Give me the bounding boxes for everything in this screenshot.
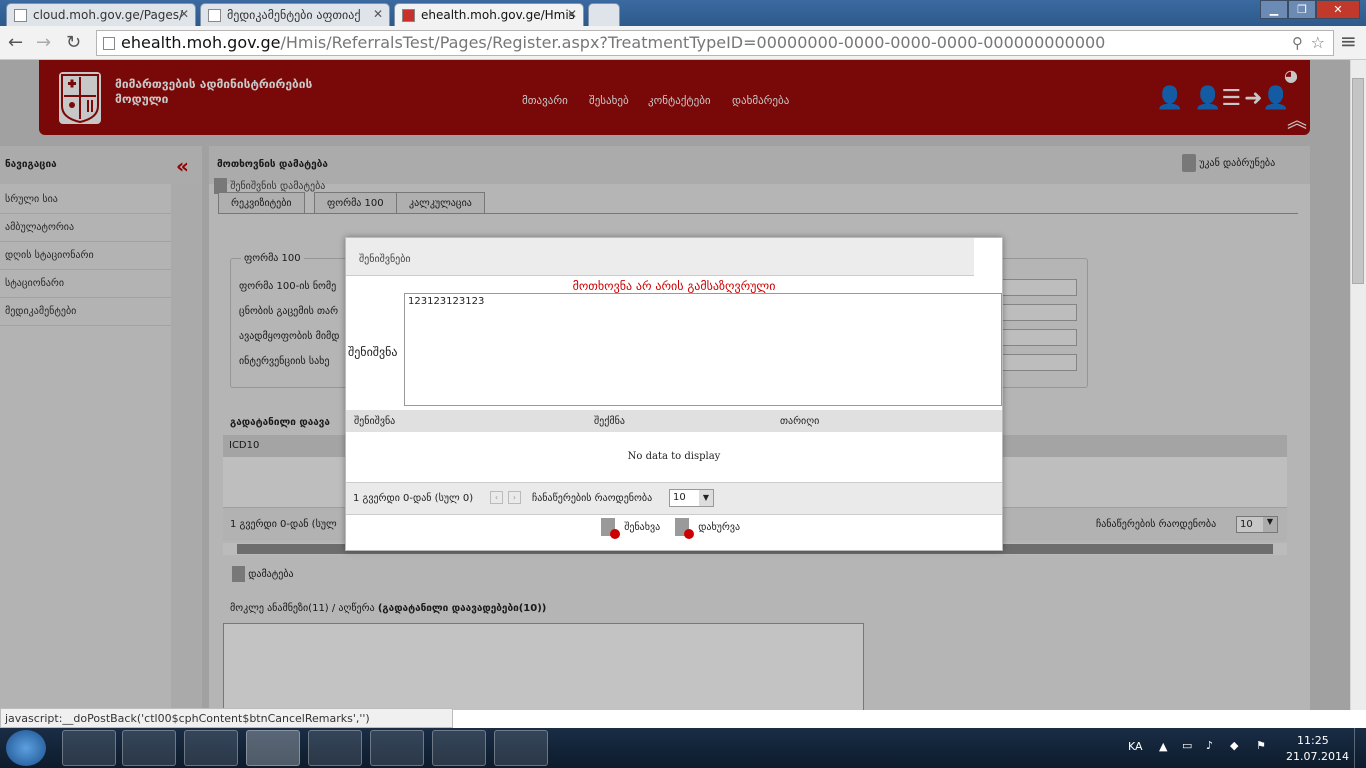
close-button[interactable]: დახურვა bbox=[675, 518, 741, 539]
firefox-icon[interactable] bbox=[308, 730, 362, 766]
save-button[interactable]: შენახვა bbox=[601, 518, 661, 539]
note-value: 123123123123 bbox=[408, 296, 485, 307]
flag-icon[interactable]: ⚑ bbox=[1256, 739, 1266, 752]
back-icon[interactable]: ← bbox=[8, 32, 23, 53]
document-cancel-icon bbox=[675, 518, 694, 539]
clock-time[interactable]: 11:25 bbox=[1297, 734, 1329, 747]
browser-tab-1[interactable]: cloud.moh.gov.ge/Pages/ ✕ bbox=[6, 3, 196, 26]
page-icon bbox=[14, 9, 27, 22]
close-icon[interactable]: ✕ bbox=[567, 7, 577, 21]
close-icon[interactable]: ✕ bbox=[373, 7, 383, 21]
star-icon[interactable]: ☆ bbox=[1311, 31, 1325, 55]
chevron-right-icon[interactable]: › bbox=[508, 491, 521, 504]
dropbox-icon[interactable]: ◆ bbox=[1230, 739, 1238, 752]
volume-icon[interactable]: ♪ bbox=[1206, 739, 1213, 752]
excel-icon[interactable] bbox=[432, 730, 486, 766]
error-message: მოთხოვნა არ არის გამსაზღვრული bbox=[572, 279, 776, 293]
col-note[interactable]: შენიშვნა bbox=[354, 416, 395, 427]
empty-message: No data to display bbox=[627, 451, 721, 462]
clock-date[interactable]: 21.07.2014 bbox=[1286, 750, 1349, 763]
modal-rows-label: ჩანაწერების რაოდენობა bbox=[532, 493, 653, 504]
modal-rows-value: 10 bbox=[673, 492, 686, 503]
page-scrollbar-thumb[interactable] bbox=[1352, 78, 1364, 284]
show-desktop-button[interactable] bbox=[1354, 728, 1366, 768]
menu-icon[interactable]: ≡ bbox=[1340, 29, 1357, 53]
explorer-icon[interactable] bbox=[122, 730, 176, 766]
modal-rows-select[interactable]: 10 ▼ bbox=[669, 489, 714, 507]
search-icon[interactable]: ⚲ bbox=[1292, 31, 1303, 55]
modal-title: შენიშვნები bbox=[346, 238, 974, 276]
new-tab-button[interactable] bbox=[588, 3, 620, 26]
minimize-button[interactable]: ▁ bbox=[1260, 0, 1288, 19]
tray-expand-icon[interactable]: ▲ bbox=[1159, 740, 1167, 753]
close-icon[interactable]: ✕ bbox=[179, 7, 189, 21]
note-label: შენიშვნა bbox=[348, 345, 398, 359]
ie-icon[interactable] bbox=[62, 730, 116, 766]
url-input[interactable]: ehealth.moh.gov.ge/Hmis/ReferralsTest/Pa… bbox=[96, 30, 1334, 56]
taskbar: KA ▲ ▭ ♪ ◆ ⚑ 11:25 21.07.2014 bbox=[0, 728, 1366, 768]
document-cancel-icon bbox=[601, 518, 620, 539]
note-textarea[interactable]: 123123123123 bbox=[404, 293, 1002, 406]
browser-titlebar: cloud.moh.gov.ge/Pages/ ✕ მედიკამენტები … bbox=[0, 0, 1366, 26]
reload-icon[interactable]: ↻ bbox=[66, 32, 81, 53]
language-indicator[interactable]: KA bbox=[1128, 740, 1143, 753]
chevron-down-icon[interactable]: ▼ bbox=[699, 490, 713, 506]
page-icon bbox=[103, 37, 115, 50]
url-path: /Hmis/ReferralsTest/Pages/Register.aspx?… bbox=[280, 33, 1106, 52]
address-bar: ← → ↻ ehealth.moh.gov.ge/Hmis/ReferralsT… bbox=[0, 26, 1366, 60]
notes-grid-header: შენიშვნა შექმნა თარიღი bbox=[346, 410, 1002, 432]
window-close-button[interactable]: ✕ bbox=[1316, 0, 1360, 19]
url-host: ehealth.moh.gov.ge bbox=[121, 33, 281, 52]
notes-pager: 1 გვერდი 0-დან (სულ 0) ‹ › ჩანაწერების რ… bbox=[346, 482, 1002, 515]
browser-tab-2[interactable]: მედიკამენტები აფთიაქ ✕ bbox=[200, 3, 390, 26]
notes-modal: შენიშვნები მოთხოვნა არ არის გამსაზღვრული… bbox=[345, 237, 1003, 551]
chevron-left-icon[interactable]: ‹ bbox=[490, 491, 503, 504]
word-icon[interactable] bbox=[494, 730, 548, 766]
close-label: დახურვა bbox=[698, 522, 741, 533]
chrome-icon[interactable] bbox=[246, 730, 300, 766]
network-icon[interactable]: ▭ bbox=[1182, 739, 1192, 752]
browser-tab-3[interactable]: ehealth.moh.gov.ge/Hmis ✕ bbox=[394, 3, 584, 26]
site-icon bbox=[402, 9, 415, 22]
skype-icon[interactable] bbox=[370, 730, 424, 766]
tab-title: cloud.moh.gov.ge/Pages/ bbox=[33, 8, 184, 22]
modal-pager-text: 1 გვერდი 0-დან (სულ 0) bbox=[353, 493, 474, 504]
col-date[interactable]: თარიღი bbox=[780, 416, 819, 427]
col-created[interactable]: შექმნა bbox=[594, 416, 625, 427]
status-bar: javascript:__doPostBack('ctl00$cphConten… bbox=[0, 708, 453, 728]
forward-icon[interactable]: → bbox=[36, 32, 51, 53]
tab-title: ehealth.moh.gov.ge/Hmis bbox=[421, 8, 575, 22]
tab-title: მედიკამენტები აფთიაქ bbox=[227, 8, 361, 22]
page-icon bbox=[208, 9, 221, 22]
media-player-icon[interactable] bbox=[184, 730, 238, 766]
save-label: შენახვა bbox=[624, 522, 661, 533]
start-button[interactable] bbox=[6, 730, 46, 766]
maximize-button[interactable]: ❐ bbox=[1288, 0, 1316, 19]
